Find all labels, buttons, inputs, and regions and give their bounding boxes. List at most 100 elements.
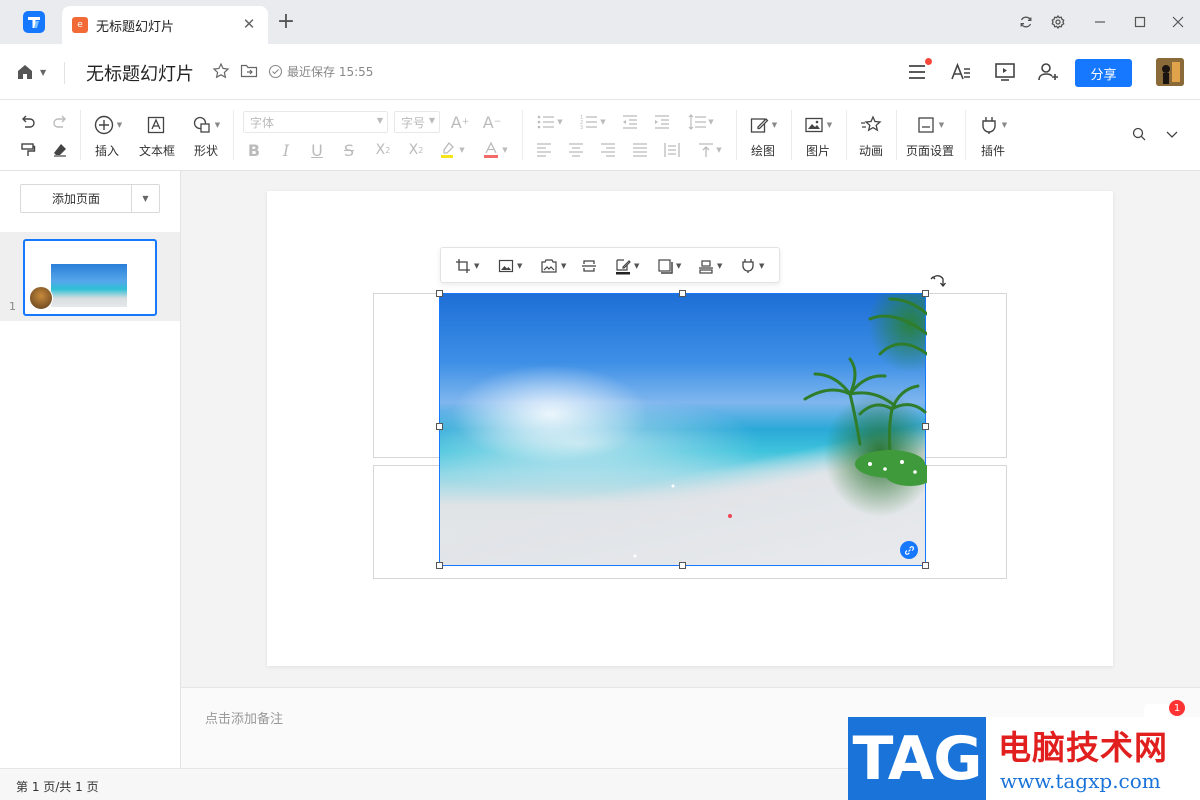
- numbered-list-icon[interactable]: 1 2 3 ▼: [578, 112, 608, 132]
- font-family-select[interactable]: 字体 ▼: [243, 111, 388, 133]
- flip-button[interactable]: [581, 257, 597, 275]
- subscript-icon[interactable]: X2: [405, 140, 427, 160]
- justify-icon[interactable]: [631, 140, 649, 160]
- replace-image-button[interactable]: ▼: [498, 257, 522, 275]
- sync-icon[interactable]: [1016, 12, 1036, 32]
- collapse-icon[interactable]: [1163, 125, 1181, 143]
- home-button[interactable]: ▼: [16, 62, 52, 82]
- search-icon[interactable]: [1130, 125, 1148, 143]
- slide-panel: 添加页面 ▼ 1: [0, 171, 181, 768]
- increase-font-icon[interactable]: A +: [450, 111, 470, 133]
- star-icon[interactable]: [212, 62, 230, 83]
- bold-icon[interactable]: B: [245, 140, 263, 160]
- minimize-icon[interactable]: [1090, 12, 1110, 32]
- app-logo-icon[interactable]: [22, 10, 46, 34]
- toolbar-ribbon: ▼ 插入 文本框 ▼ 形状 字体 ▼ 字号 ▼ A + A − B I U S X2 X…: [0, 100, 1200, 171]
- font-family-placeholder: 字体: [250, 115, 275, 130]
- chevron-down-icon: ▼: [40, 67, 47, 77]
- page-setup-button[interactable]: ▼: [912, 114, 948, 136]
- font-size-placeholder: 字号: [401, 115, 426, 130]
- beach-picture[interactable]: [439, 293, 927, 566]
- rotate-icon[interactable]: [930, 271, 948, 292]
- resize-handle[interactable]: [922, 562, 929, 569]
- vertical-align-icon[interactable]: ▼: [695, 140, 725, 160]
- resize-handle[interactable]: [922, 423, 929, 430]
- picture-label: 图片: [806, 144, 831, 158]
- decrease-font-icon[interactable]: A −: [482, 111, 502, 133]
- decrease-indent-icon[interactable]: [620, 112, 640, 132]
- draw-button[interactable]: ▼: [745, 114, 781, 136]
- resize-handle[interactable]: [679, 562, 686, 569]
- menu-button[interactable]: [905, 58, 932, 84]
- crop-icon: [455, 258, 471, 274]
- settings-icon[interactable]: [1048, 12, 1068, 32]
- bullet-list-icon[interactable]: ▼: [535, 112, 565, 132]
- border-pen-icon: [615, 257, 631, 275]
- text-style-icon[interactable]: [949, 60, 973, 84]
- border-style-button[interactable]: ▼: [615, 257, 639, 275]
- add-collaborator-icon[interactable]: [1036, 60, 1060, 84]
- superscript-icon[interactable]: X2: [372, 140, 394, 160]
- page-setup-icon: [916, 115, 936, 135]
- slide-thumbnail-row[interactable]: 1: [0, 232, 180, 321]
- link-icon[interactable]: [900, 541, 918, 559]
- draw-label: 绘图: [751, 144, 776, 158]
- align-left-icon[interactable]: [535, 140, 553, 160]
- slide-thumbnail[interactable]: [23, 239, 157, 316]
- image-toolbar: ▼ ▼ ▼ ▼ ▼ ▼ ▼: [440, 247, 780, 283]
- animation-star-icon: [860, 115, 882, 135]
- resize-handle[interactable]: [436, 562, 443, 569]
- align-right-icon[interactable]: [599, 140, 617, 160]
- italic-icon[interactable]: I: [277, 140, 295, 160]
- avatar: [29, 286, 53, 310]
- image-icon: [804, 115, 824, 135]
- strikethrough-icon[interactable]: S: [340, 140, 358, 160]
- avatar[interactable]: [1156, 58, 1184, 86]
- image-effects-button[interactable]: ▼: [540, 257, 566, 275]
- saved-check-icon: [268, 64, 283, 79]
- animation-button[interactable]: [858, 114, 884, 136]
- resize-handle[interactable]: [436, 290, 443, 297]
- redo-icon[interactable]: [50, 112, 70, 132]
- document-title[interactable]: 无标题幻灯片: [86, 60, 194, 86]
- maximize-icon[interactable]: [1130, 12, 1150, 32]
- crop-button[interactable]: ▼: [455, 257, 479, 275]
- resize-handle[interactable]: [436, 423, 443, 430]
- shape-label: 形状: [194, 144, 219, 158]
- close-icon[interactable]: ✕: [240, 15, 258, 33]
- notes-placeholder[interactable]: 点击添加备注: [205, 708, 283, 727]
- chevron-down-icon[interactable]: ▼: [132, 185, 159, 212]
- highlight-icon[interactable]: ▼: [437, 140, 467, 160]
- move-to-folder-icon[interactable]: [240, 63, 258, 82]
- plugin-button[interactable]: ▼: [975, 114, 1011, 136]
- textbox-button[interactable]: [145, 114, 167, 136]
- share-button[interactable]: 分享: [1075, 59, 1132, 87]
- shape-button[interactable]: ▼: [188, 114, 224, 136]
- add-page-button[interactable]: 添加页面 ▼: [20, 184, 160, 213]
- line-spacing-icon[interactable]: ▼: [686, 112, 716, 132]
- undo-icon[interactable]: [18, 112, 38, 132]
- align-center-icon[interactable]: [567, 140, 585, 160]
- shadow-button[interactable]: ▼: [657, 257, 681, 275]
- plugin-button[interactable]: ▼: [740, 257, 764, 275]
- distribute-icon[interactable]: [663, 140, 681, 160]
- present-icon[interactable]: [993, 60, 1017, 84]
- resize-handle[interactable]: [679, 290, 686, 297]
- underline-icon[interactable]: U: [308, 140, 326, 160]
- document-tab[interactable]: e 无标题幻灯片 ✕: [62, 6, 268, 44]
- resize-handle[interactable]: [922, 290, 929, 297]
- plus-icon[interactable]: +: [276, 11, 296, 33]
- format-painter-icon[interactable]: [18, 140, 38, 160]
- font-size-select[interactable]: 字号 ▼: [394, 111, 440, 133]
- font-color-icon[interactable]: ▼: [480, 140, 510, 160]
- watermark-url: www.tagxp.com: [1000, 769, 1161, 793]
- slide-number: 1: [9, 300, 16, 313]
- picture-button[interactable]: ▼: [800, 114, 836, 136]
- increase-indent-icon[interactable]: [652, 112, 672, 132]
- image-effects-icon: [540, 258, 558, 274]
- window-close-icon[interactable]: [1168, 12, 1188, 32]
- insert-button[interactable]: ▼: [90, 114, 126, 136]
- add-page-label[interactable]: 添加页面: [21, 185, 132, 212]
- eraser-icon[interactable]: [50, 140, 70, 160]
- align-button[interactable]: ▼: [698, 257, 722, 275]
